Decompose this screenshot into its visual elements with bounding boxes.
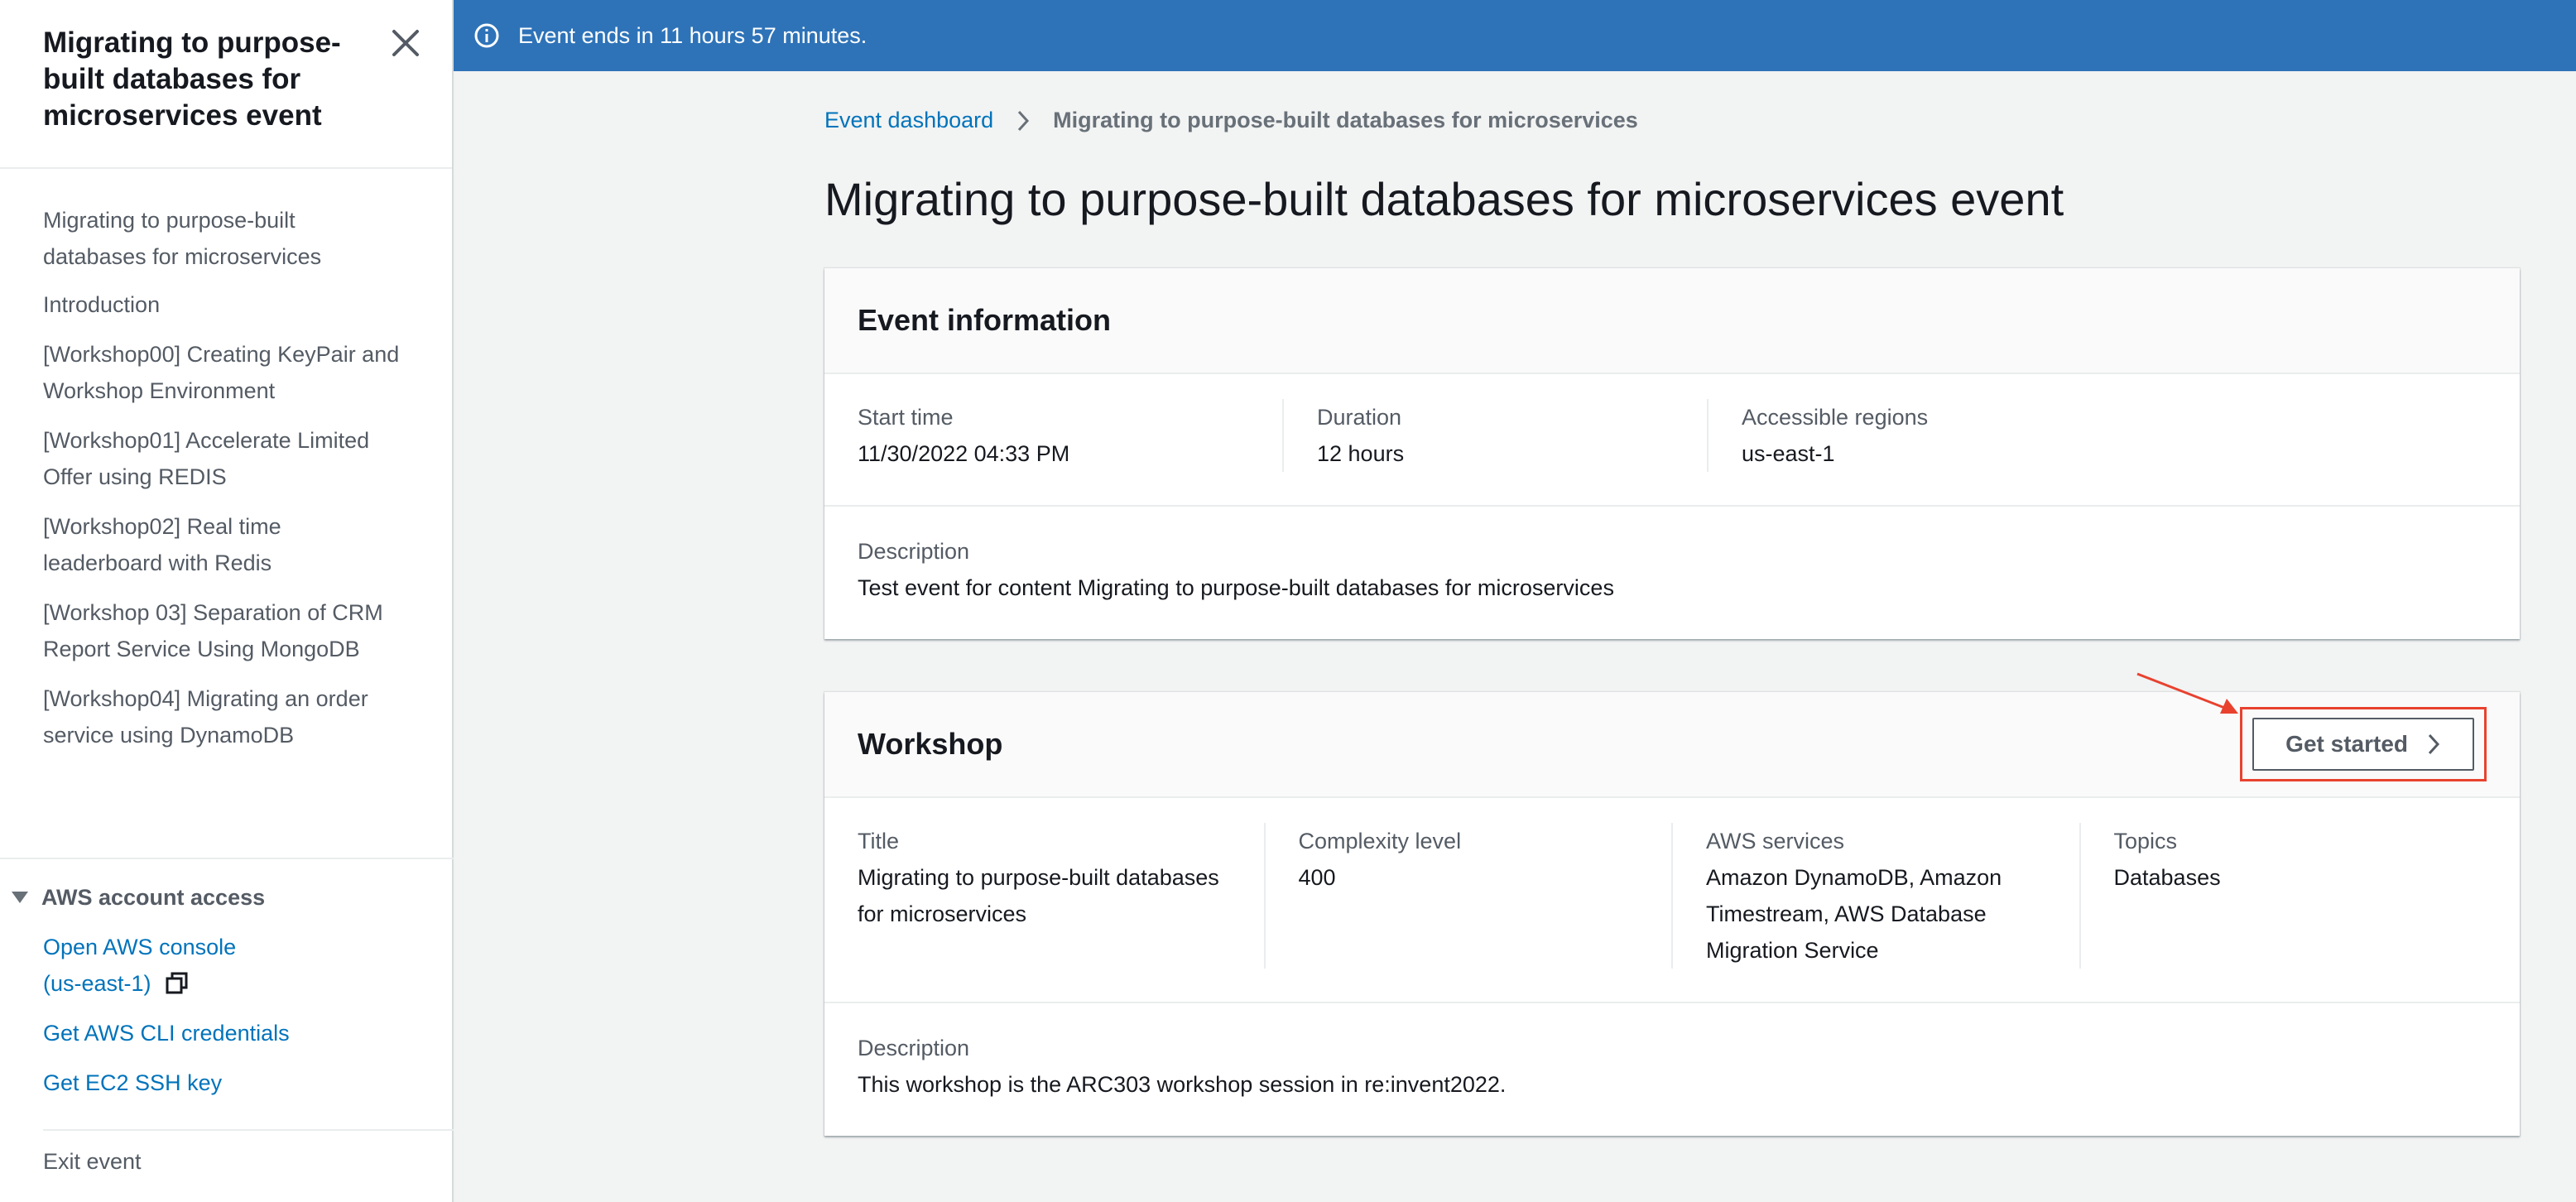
breadcrumb: Event dashboard Migrating to purpose-bui… <box>824 108 1638 133</box>
event-information-title: Event information <box>858 303 1112 337</box>
get-started-label: Get started <box>2285 731 2408 757</box>
services-value: Amazon DynamoDB, Amazon Timestream, AWS … <box>1706 865 2002 963</box>
workshop-panel: Workshop Get started Title Migrating to … <box>824 692 2520 1136</box>
start-time-label: Start time <box>858 405 954 430</box>
chevron-right-icon <box>1018 110 1030 131</box>
console-region-label[interactable]: (us-east-1) <box>43 965 151 1002</box>
page-title: Migrating to purpose-built databases for… <box>824 173 2064 225</box>
sidebar-header: Migrating to purpose-built databases for… <box>0 0 452 169</box>
sidebar-item-workshop04[interactable]: [Workshop04] Migrating an order service … <box>43 680 452 753</box>
get-ssh-key-link[interactable]: Get EC2 SSH key <box>43 1065 454 1101</box>
event-information-panel: Event information Start time 11/30/2022 … <box>824 268 2520 639</box>
duration-value: 12 hours <box>1317 441 1405 466</box>
event-description: Description Test event for content Migra… <box>824 507 2520 639</box>
regions-label: Accessible regions <box>1742 405 1929 430</box>
flash-message: Event ends in 11 hours 57 minutes. <box>518 22 867 48</box>
workshop-description-value: This workshop is the ARC303 workshop ses… <box>858 1072 1507 1097</box>
sidebar-item-workshop00[interactable]: [Workshop00] Creating KeyPair and Worksh… <box>43 336 452 409</box>
sidebar-item-introduction[interactable]: Introduction <box>43 286 452 323</box>
breadcrumb-event-dashboard[interactable]: Event dashboard <box>824 108 993 133</box>
info-icon <box>474 23 499 48</box>
topics-label: Topics <box>2113 829 2178 853</box>
workshop-header: Workshop Get started <box>824 692 2520 798</box>
sidebar-nav: Migrating to purpose-built databases for… <box>0 169 452 753</box>
side-navigation: Migrating to purpose-built databases for… <box>0 0 454 1202</box>
duration-field: Duration 12 hours <box>1282 399 1707 472</box>
get-started-highlight: Get started <box>2240 707 2487 781</box>
sidebar-item-workshop03[interactable]: [Workshop 03] Separation of CRM Report S… <box>43 594 452 667</box>
sidebar-item-workshop01[interactable]: [Workshop01] Accelerate Limited Offer us… <box>43 422 452 495</box>
start-time-value: 11/30/2022 04:33 PM <box>858 441 1070 466</box>
services-label: AWS services <box>1706 829 1845 853</box>
regions-value: us-east-1 <box>1742 441 1835 466</box>
complexity-label: Complexity level <box>1298 829 1462 853</box>
chevron-right-icon <box>2428 733 2440 755</box>
exit-event-link[interactable]: Exit event <box>43 1149 142 1175</box>
flash-banner: Event ends in 11 hours 57 minutes. <box>454 0 2576 71</box>
workshop-title-value: Migrating to purpose-built databases for… <box>858 865 1219 926</box>
open-console-label[interactable]: Open AWS console <box>43 929 454 965</box>
event-description-label: Description <box>858 539 970 564</box>
sidebar-item-workshop02[interactable]: [Workshop02] Real time leaderboard with … <box>43 508 452 581</box>
workshop-title-label: Title <box>858 829 900 853</box>
external-link-icon <box>166 972 188 994</box>
close-icon[interactable] <box>389 26 422 60</box>
complexity-value: 400 <box>1298 865 1336 890</box>
topics-value: Databases <box>2113 865 2221 890</box>
topics-field: Topics Databases <box>2079 823 2487 969</box>
get-cli-credentials-link[interactable]: Get AWS CLI credentials <box>43 1015 454 1051</box>
account-access-toggle[interactable]: AWS account access <box>0 877 454 917</box>
workshop-title: Workshop <box>858 727 1003 761</box>
account-access-section: AWS account access Open AWS console (us-… <box>0 877 454 1101</box>
workshop-title-field: Title Migrating to purpose-built databas… <box>858 823 1264 969</box>
regions-field: Accessible regions us-east-1 <box>1707 399 2131 472</box>
get-started-button[interactable]: Get started <box>2252 718 2474 771</box>
complexity-field: Complexity level 400 <box>1263 823 1672 969</box>
services-field: AWS services Amazon DynamoDB, Amazon Tim… <box>1671 823 2079 969</box>
annotation-arrow-icon <box>2136 672 2238 714</box>
breadcrumb-current: Migrating to purpose-built databases for… <box>1053 108 1638 132</box>
workshop-description-label: Description <box>858 1036 970 1060</box>
event-details-row: Start time 11/30/2022 04:33 PM Duration … <box>824 374 2520 507</box>
account-access-heading: AWS account access <box>41 884 266 910</box>
workshop-details-row: Title Migrating to purpose-built databas… <box>824 798 2520 1003</box>
start-time-field: Start time 11/30/2022 04:33 PM <box>858 399 1282 472</box>
workshop-description: Description This workshop is the ARC303 … <box>824 1003 2520 1136</box>
sidebar-item-overview[interactable]: Migrating to purpose-built databases for… <box>43 202 452 275</box>
duration-label: Duration <box>1317 405 1402 430</box>
caret-down-icon <box>12 892 28 903</box>
sidebar-title: Migrating to purpose-built databases for… <box>43 26 341 132</box>
sidebar-divider <box>0 858 454 859</box>
open-console-link[interactable]: Open AWS console (us-east-1) <box>43 929 454 1002</box>
sidebar-divider-bottom <box>43 1129 454 1131</box>
event-information-header: Event information <box>824 268 2520 374</box>
event-description-value: Test event for content Migrating to purp… <box>858 575 1614 600</box>
account-access-links: Open AWS console (us-east-1) Get AWS CLI… <box>0 917 454 1101</box>
